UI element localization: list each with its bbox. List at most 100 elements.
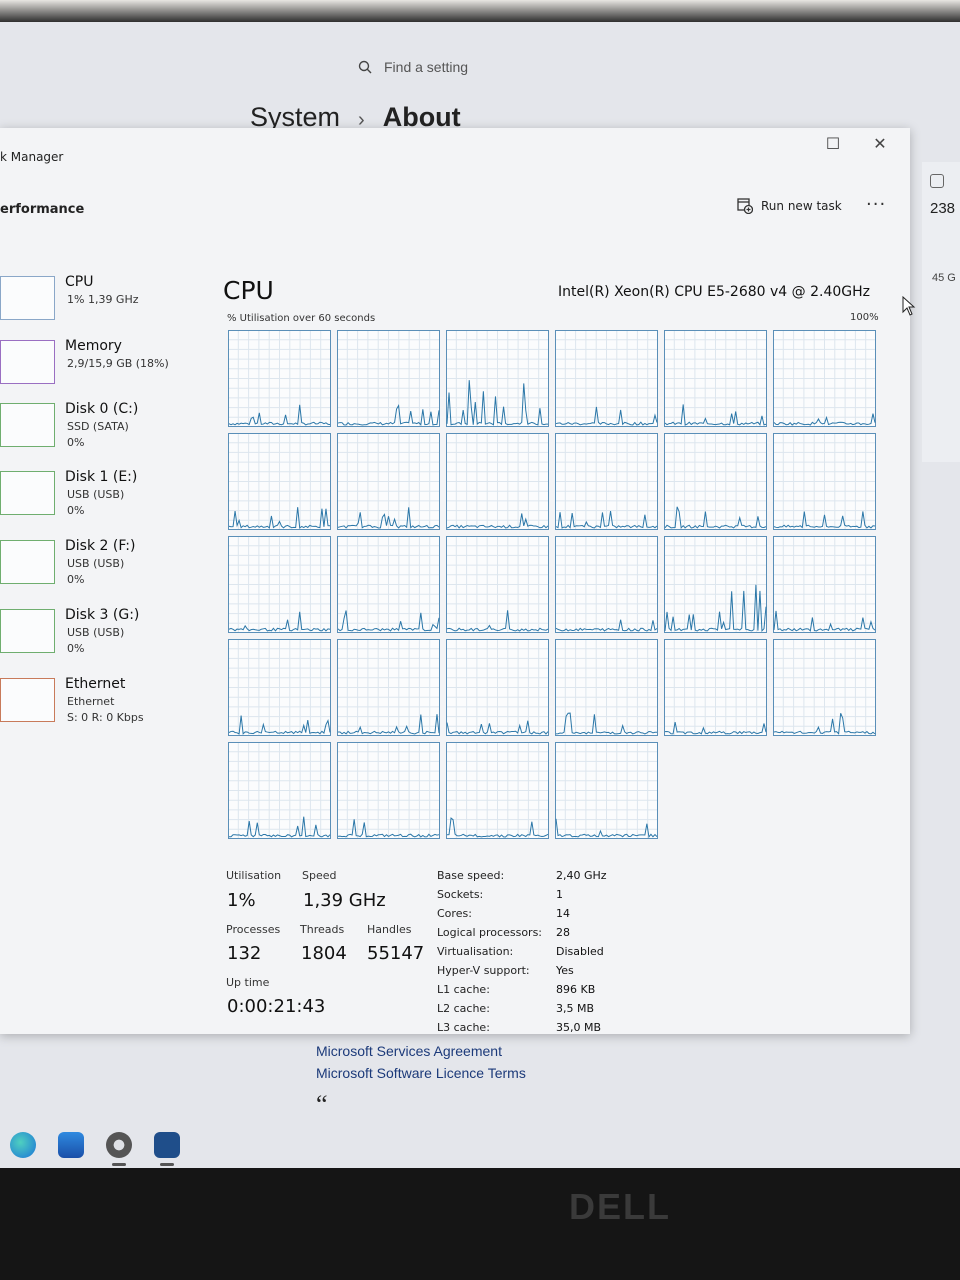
settings-gear-icon[interactable] [106, 1132, 132, 1166]
sidebar-item-label: Disk 1 (E:) [65, 469, 138, 485]
more-options-button[interactable]: ··· [866, 194, 886, 215]
cpu-core-graph [555, 639, 658, 736]
sidebar-item-disk-2-f[interactable]: Disk 2 (F:) USB (USB) 0% [0, 538, 210, 598]
spec-label: Sockets: [437, 888, 484, 901]
cpu-core-graph [773, 639, 876, 736]
search-placeholder: Find a setting [384, 59, 469, 75]
sidebar-item-disk-3-g[interactable]: Disk 3 (G:) USB (USB) 0% [0, 607, 210, 667]
cpu-core-graph [446, 639, 549, 736]
sidebar-item-ethernet[interactable]: Ethernet Ethernet S: 0 R: 0 Kbps [0, 676, 210, 736]
settings-search[interactable]: Find a setting [352, 52, 672, 82]
threads-value: 1804 [301, 943, 347, 964]
cpu-model: Intel(R) Xeon(R) CPU E5-2680 v4 @ 2.40GH… [558, 284, 870, 300]
spec-label: L3 cache: [437, 1021, 490, 1034]
cpu-core-graph [446, 433, 549, 530]
spec-label: Cores: [437, 907, 472, 920]
sidebar-item-disk-1-e[interactable]: Disk 1 (E:) USB (USB) 0% [0, 469, 210, 529]
sidebar-item-label: Disk 3 (G:) [65, 607, 140, 623]
spec-label: Base speed: [437, 869, 505, 882]
cpu-core-graph [446, 330, 549, 427]
graph-caption: % Utilisation over 60 seconds [227, 313, 376, 324]
run-new-task-label: Run new task [761, 199, 842, 213]
handles-value: 55147 [367, 943, 425, 964]
sidebar-item-detail: 2,9/15,9 GB (18%) [67, 357, 169, 370]
cpu-core-graph [664, 639, 767, 736]
sidebar-item-detail: SSD (SATA) [67, 420, 129, 433]
link-licence-terms[interactable]: Microsoft Software Licence Terms [316, 1062, 526, 1084]
spec-value: 3,5 MB [556, 1002, 595, 1015]
cpu-core-graph [446, 742, 549, 839]
cpu-core-graph [228, 639, 331, 736]
sidebar-thumbnail [0, 471, 55, 515]
spec-value: 896 KB [556, 983, 596, 996]
sidebar-item-label: Memory [65, 338, 122, 354]
sidebar-item-detail: Ethernet [67, 695, 115, 708]
spec-label: L2 cache: [437, 1002, 490, 1015]
cpu-core-graph [228, 330, 331, 427]
cpu-core-graph [337, 536, 440, 633]
spec-value: 14 [556, 907, 570, 920]
sidebar-item-detail: S: 0 R: 0 Kbps [67, 711, 144, 724]
sidebar-item-disk-0-c[interactable]: Disk 0 (C:) SSD (SATA) 0% [0, 401, 210, 461]
sidebar-item-detail: 1% 1,39 GHz [67, 293, 139, 306]
legal-links: Microsoft Services Agreement Microsoft S… [316, 1040, 526, 1084]
cpu-core-graph [773, 536, 876, 633]
sidebar-item-memory[interactable]: Memory 2,9/15,9 GB (18%) [0, 338, 210, 398]
sidebar-item-cpu[interactable]: CPU 1% 1,39 GHz [0, 274, 210, 334]
processes-value: 132 [227, 943, 262, 964]
spec-value: 2,40 GHz [556, 869, 607, 882]
taskbar [0, 1120, 960, 1170]
cpu-core-graph [337, 433, 440, 530]
screen: Find a setting System › About 238 45 G M… [0, 22, 960, 1170]
cpu-core-graph [228, 433, 331, 530]
sidebar-item-label: Disk 2 (F:) [65, 538, 136, 554]
spec-value: Yes [556, 964, 574, 977]
sidebar-thumbnail [0, 403, 55, 447]
cpu-core-graph [555, 536, 658, 633]
cpu-core-graph [228, 742, 331, 839]
spec-value: 28 [556, 926, 570, 939]
sidebar-item-detail: 0% [67, 436, 85, 449]
sidebar-item-detail: USB (USB) [67, 488, 125, 501]
section-title: erformance [0, 202, 85, 217]
cpu-core-graph [446, 536, 549, 633]
sidebar-item-detail: 0% [67, 504, 85, 517]
cpu-core-graph [337, 330, 440, 427]
processes-label: Processes [226, 923, 281, 936]
sidebar-thumbnail [0, 609, 55, 653]
speed-label: Speed [302, 869, 337, 882]
dell-logo: DELL [569, 1186, 671, 1227]
task-manager-icon[interactable] [154, 1132, 180, 1166]
storage-icon [930, 174, 944, 188]
edge-icon[interactable] [10, 1132, 36, 1158]
sidebar-thumbnail [0, 540, 55, 584]
link-services-agreement[interactable]: Microsoft Services Agreement [316, 1040, 526, 1062]
quote-icon: “ [316, 1090, 328, 1119]
close-button[interactable]: ✕ [868, 134, 892, 153]
speed-value: 1,39 GHz [303, 890, 386, 911]
sidebar-item-detail: USB (USB) [67, 557, 125, 570]
sidebar-thumbnail [0, 678, 55, 722]
cpu-core-graph [228, 536, 331, 633]
cpu-core-graph [555, 433, 658, 530]
task-manager-window: k Manager ☐ ✕ erformance Run new task ··… [0, 128, 910, 1034]
sidebar-thumbnail [0, 276, 55, 320]
spec-value: 1 [556, 888, 563, 901]
search-icon [358, 60, 372, 74]
cpu-core-graph [337, 742, 440, 839]
store-icon[interactable] [58, 1132, 84, 1158]
utilisation-label: Utilisation [226, 869, 282, 882]
maximize-button[interactable]: ☐ [821, 134, 845, 153]
spec-value: Disabled [556, 945, 604, 958]
run-new-task-button[interactable]: Run new task [737, 198, 842, 214]
sidebar-item-detail: USB (USB) [67, 626, 125, 639]
handles-label: Handles [367, 923, 412, 936]
sidebar-item-detail: 0% [67, 642, 85, 655]
sidebar-thumbnail [0, 340, 55, 384]
spec-label: L1 cache: [437, 983, 490, 996]
cpu-core-graph [664, 536, 767, 633]
cpu-heading: CPU [223, 276, 274, 305]
threads-label: Threads [300, 923, 345, 936]
storage-value: 238 [930, 200, 956, 217]
sidebar-item-label: CPU [65, 274, 94, 290]
